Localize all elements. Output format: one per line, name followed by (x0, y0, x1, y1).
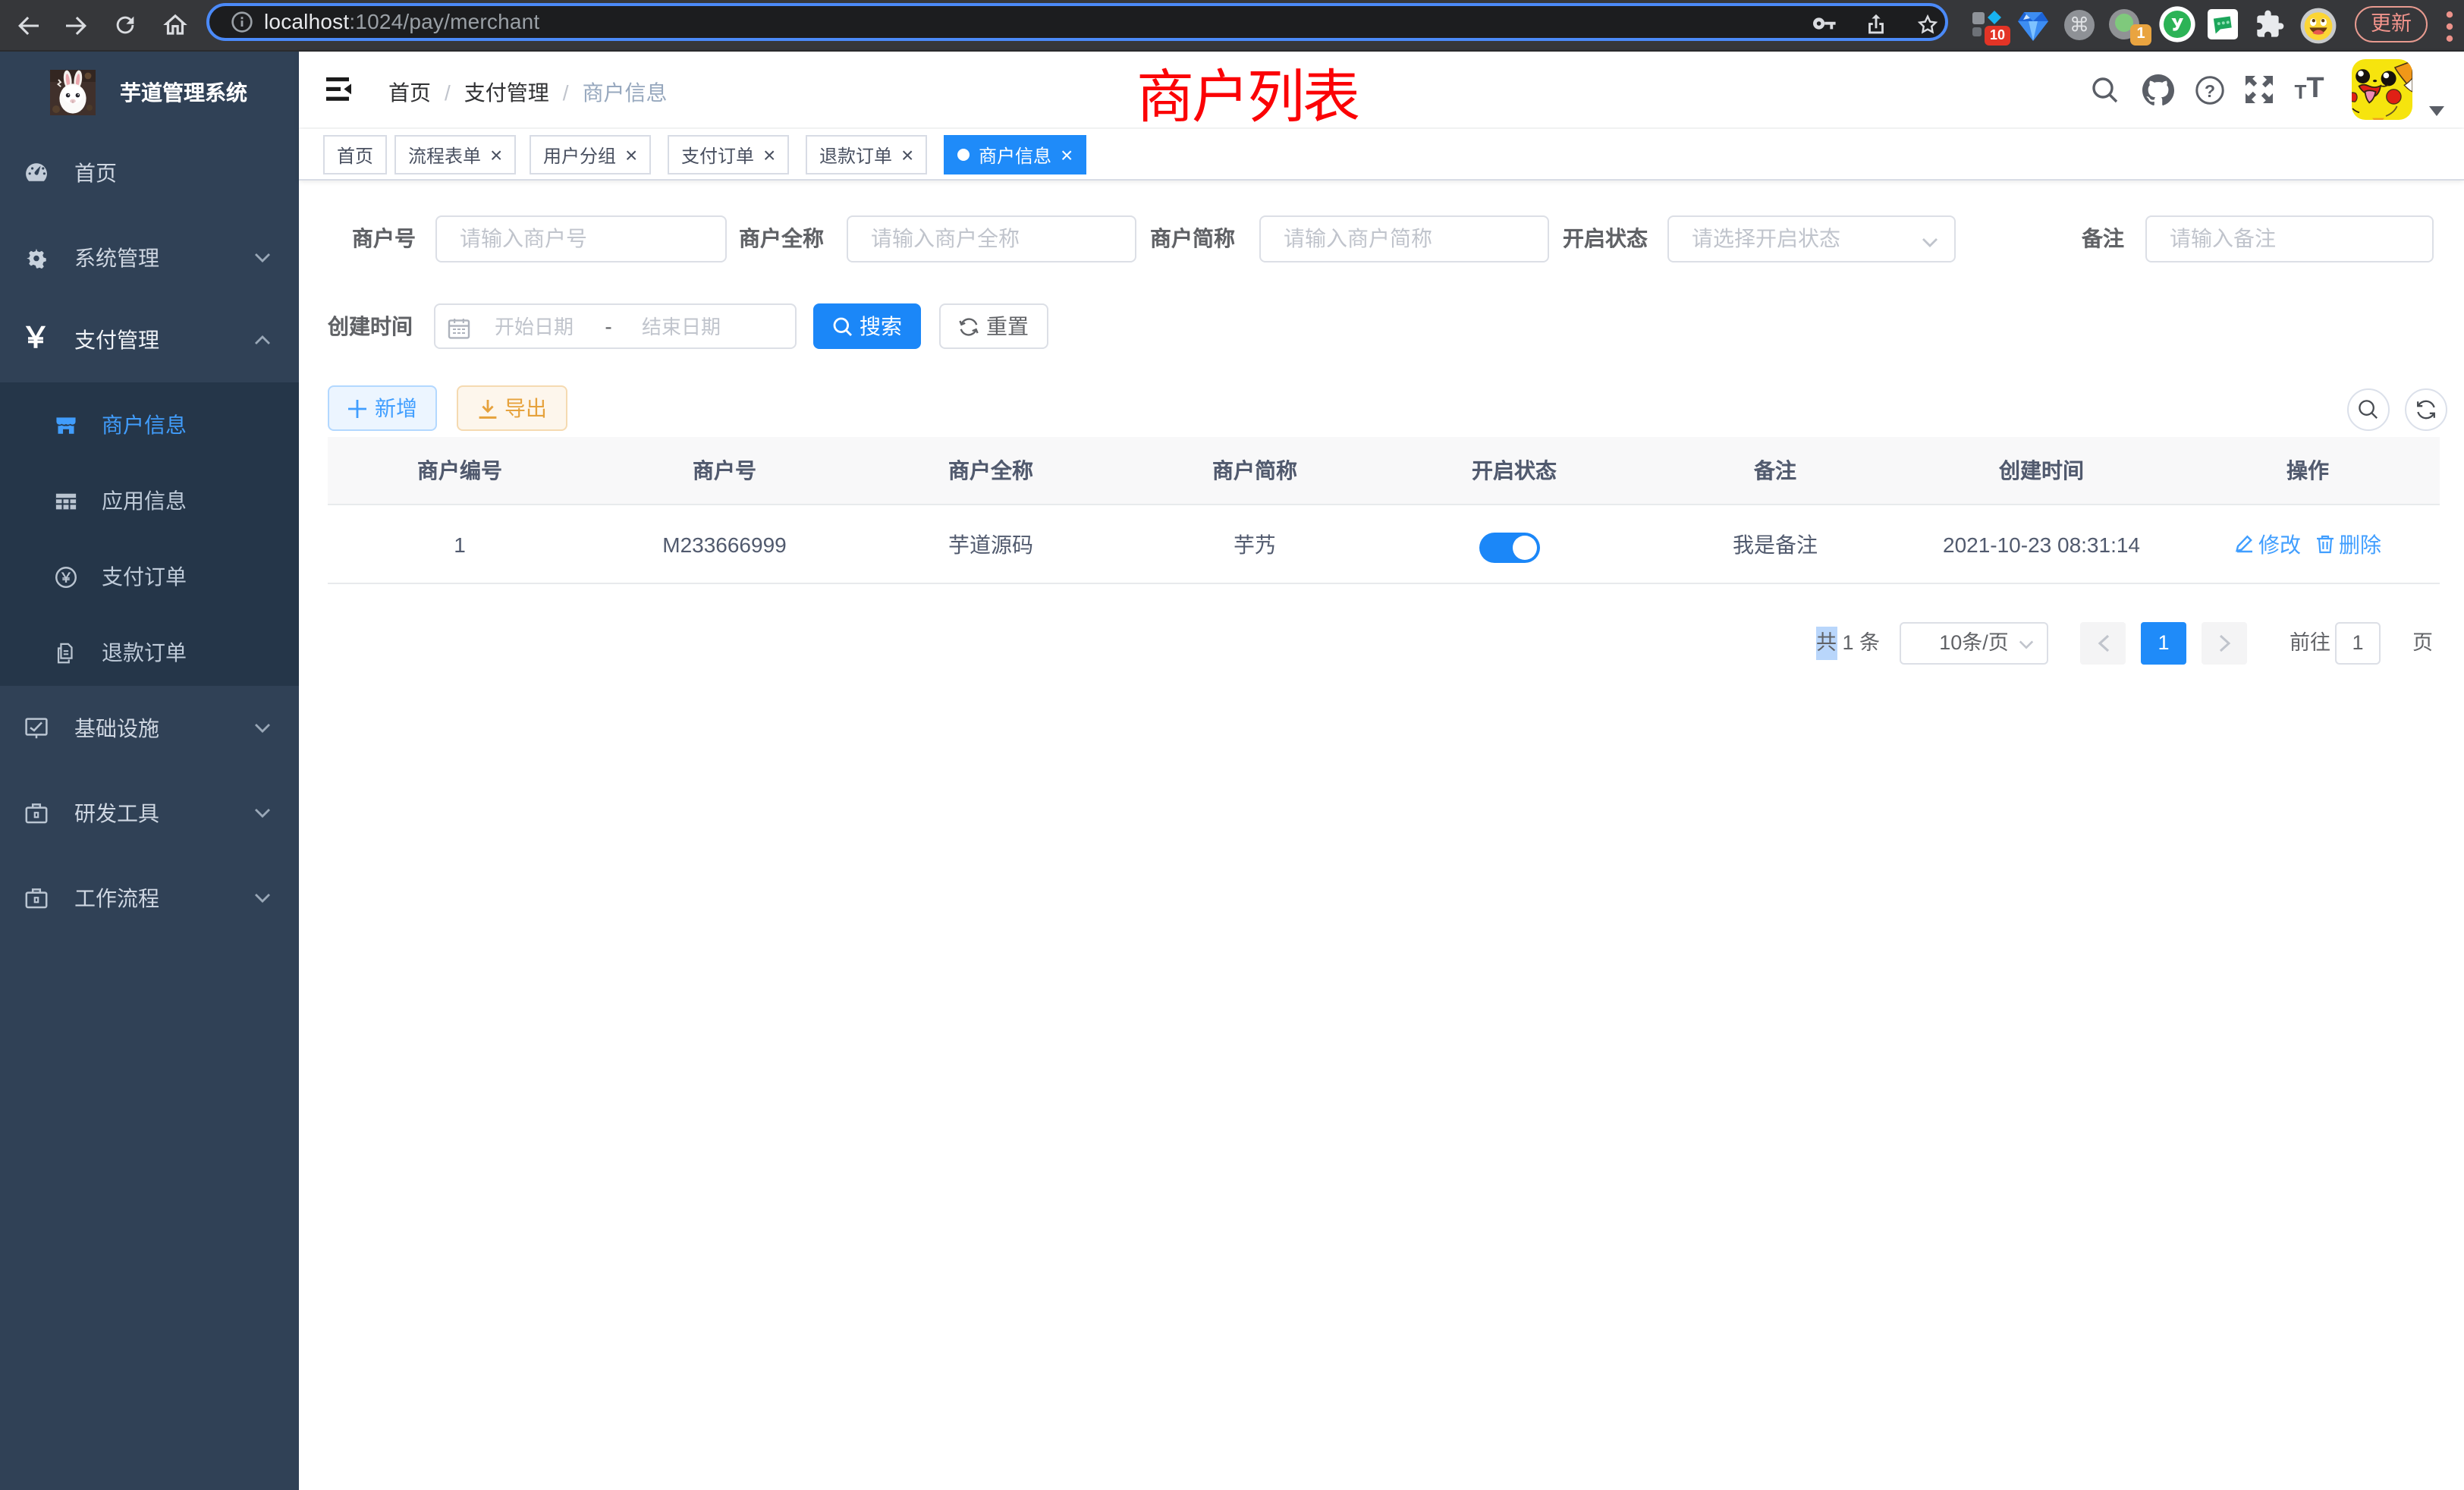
svg-text:?: ? (2204, 80, 2214, 100)
svg-text:⌘: ⌘ (2070, 14, 2089, 36)
svg-text:￥: ￥ (59, 569, 73, 584)
